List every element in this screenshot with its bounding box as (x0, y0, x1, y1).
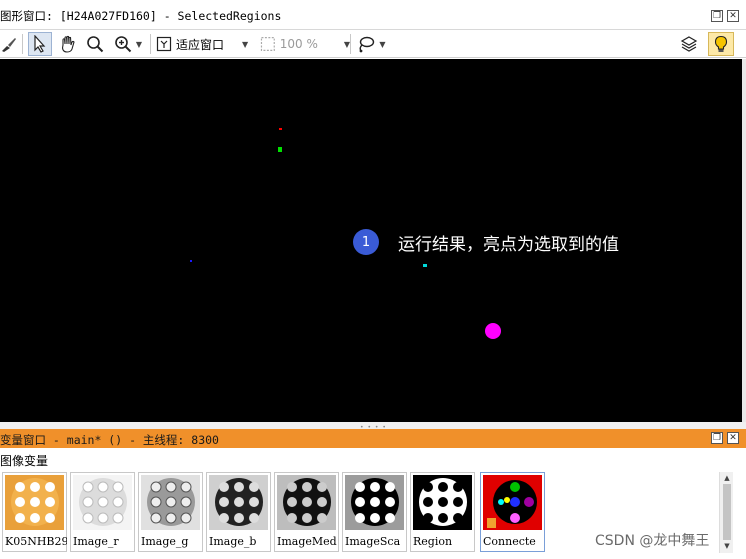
blue-point (190, 260, 192, 262)
annotation-text: 运行结果，亮点为选取到的值 (398, 234, 619, 255)
scroll-up-icon[interactable]: ▲ (722, 473, 732, 483)
image-variable-thumbnail[interactable]: K05NHB29 (2, 472, 67, 552)
graphics-window-titlebar: 图形窗口: [H24A027FD160] - SelectedRegions ❐… (0, 0, 746, 30)
fit-window-button[interactable]: 适应窗口 ▼ (156, 32, 256, 56)
thumbnail-label: Connecte (483, 535, 536, 548)
thumbnail-label: Region (413, 535, 453, 548)
image-variable-thumbnail[interactable]: Image_b (206, 472, 271, 552)
lasso-icon (359, 36, 375, 53)
close-icon[interactable]: ✕ (727, 432, 739, 444)
close-icon[interactable]: ✕ (727, 10, 739, 22)
lightbulb-icon (714, 35, 728, 52)
magenta-blob (485, 323, 501, 339)
thumbnail-label: ImageMed (277, 535, 337, 548)
image-variable-thumbnail[interactable]: Image_r (70, 472, 135, 552)
image-variable-thumbnail[interactable]: ImageMed (274, 472, 339, 552)
fit-window-label: 适应窗口 (176, 37, 225, 52)
variable-window-titlebar: 变量窗口 - main* () - 主线程: 8300 ❐ ✕ (0, 429, 746, 448)
graphics-toolbar: ▼ 适应窗口 ▼ 100 % ▼ ▼ (0, 30, 746, 58)
image-variable-thumbnail[interactable]: ImageSca (342, 472, 407, 552)
thumbnail-label: Image_r (73, 535, 119, 548)
cyan-point (423, 264, 427, 267)
thumbnail-image (413, 475, 472, 530)
thumbnail-image (345, 475, 404, 530)
image-variable-thumbnail[interactable]: Image_g (138, 472, 203, 552)
chevron-down-icon: ▼ (242, 39, 249, 49)
draw-shape-button[interactable]: ▼ (354, 32, 388, 56)
scrollbar-thumb[interactable] (723, 484, 731, 540)
graphics-window-title: 图形窗口: [H24A027FD160] - SelectedRegions (0, 9, 282, 23)
pointer-tool-button[interactable] (28, 32, 52, 56)
image-variables-label: 图像变量 (0, 454, 49, 468)
result-annotation: 1 运行结果，亮点为选取到的值 (353, 229, 619, 255)
hand-tool-button[interactable] (56, 32, 80, 56)
layers-icon (680, 36, 698, 52)
window-splitter[interactable]: • • • • (0, 422, 746, 431)
zoom-in-button[interactable]: ▼ (110, 32, 146, 56)
thumbnail-image (73, 475, 132, 530)
thumbnail-image (483, 475, 542, 530)
thumbnail-image (141, 475, 200, 530)
lightbulb-button[interactable] (708, 32, 734, 56)
thumbnail-label: K05NHB29 (5, 535, 67, 548)
brush-icon[interactable] (0, 32, 18, 56)
thumbnail-scrollbar[interactable]: ▲ ▼ (719, 472, 733, 553)
watermark: CSDN @龙中舞王 (595, 533, 710, 549)
annotation-number-badge: 1 (353, 229, 379, 255)
zoom-level-dropdown[interactable]: 100 % ▼ (260, 32, 350, 56)
hand-icon (61, 35, 75, 53)
fit-window-icon (156, 36, 172, 52)
image-variable-thumbnail[interactable]: Connecte (480, 472, 545, 552)
zoom-level-value: 100 % (279, 37, 318, 51)
magnifier-icon (87, 36, 104, 53)
chevron-down-icon: ▼ (379, 39, 386, 49)
zoom-in-icon (115, 36, 132, 53)
chevron-down-icon: ▼ (135, 39, 143, 49)
thumbnail-image (5, 475, 64, 530)
green-point (278, 147, 282, 152)
thumbnail-label: Image_g (141, 535, 189, 548)
zoom-tool-button[interactable] (84, 32, 106, 56)
thumbnail-label: Image_b (209, 535, 257, 548)
zoom-box-icon (260, 37, 275, 51)
layers-button[interactable] (678, 32, 700, 56)
scroll-down-icon[interactable]: ▼ (722, 541, 732, 551)
canvas-right-border (742, 59, 746, 422)
restore-icon[interactable]: ❐ (711, 432, 723, 444)
graphics-canvas[interactable]: 1 运行结果，亮点为选取到的值 (0, 59, 742, 422)
image-variable-thumbnail[interactable]: Region (410, 472, 475, 552)
variable-window-title: 变量窗口 - main* () - 主线程: 8300 (0, 433, 219, 447)
thumbnail-image (209, 475, 268, 530)
restore-icon[interactable]: ❐ (711, 10, 723, 22)
red-point (279, 128, 282, 130)
thumbnail-label: ImageSca (345, 535, 401, 548)
pointer-icon (34, 35, 46, 53)
thumbnail-image (277, 475, 336, 530)
